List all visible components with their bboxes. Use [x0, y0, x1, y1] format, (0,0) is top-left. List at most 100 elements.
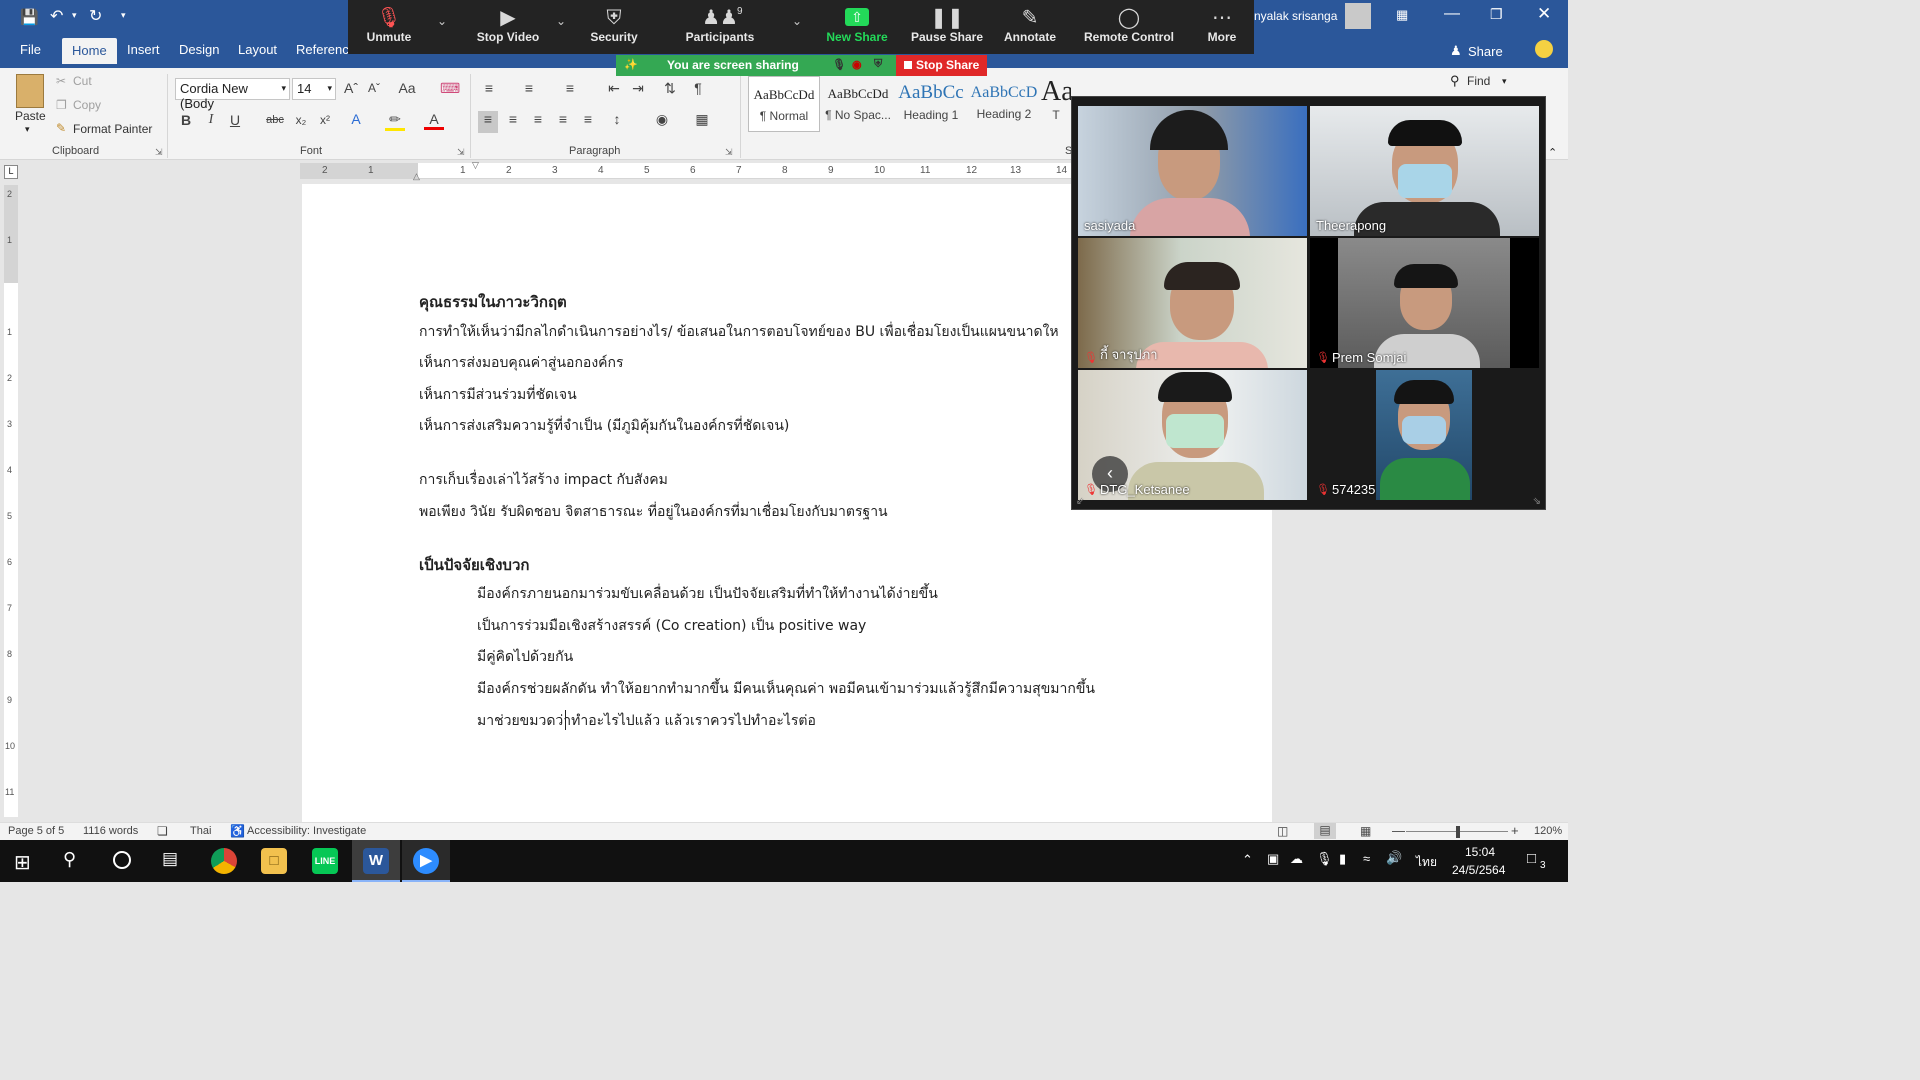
read-mode-icon[interactable]: ◫ — [1277, 824, 1288, 838]
bullets-icon[interactable]: ≡ — [479, 80, 499, 96]
undo-dropdown-icon[interactable]: ▾ — [72, 10, 77, 21]
annotate-button[interactable]: ✎ Annotate — [1000, 0, 1060, 54]
minimize-icon[interactable]: — — [1444, 5, 1460, 23]
wifi-icon[interactable]: ≈ — [1363, 851, 1370, 866]
strikethrough-icon[interactable]: abc — [265, 114, 285, 126]
zoom-out-icon[interactable]: — — [1392, 823, 1405, 838]
clear-formatting-icon[interactable]: ⌨ — [440, 80, 460, 97]
word-count[interactable]: 1116 words — [83, 825, 138, 837]
pause-share-button[interactable]: ❚❚ Pause Share — [910, 0, 984, 54]
clock-date[interactable]: 24/5/2564 — [1452, 863, 1505, 877]
zoom-in-icon[interactable]: + — [1511, 823, 1519, 838]
input-language[interactable]: ไทย — [1416, 853, 1437, 872]
avatar[interactable] — [1345, 3, 1371, 29]
align-center-icon[interactable]: ≡ — [503, 111, 523, 127]
cut-button[interactable]: Cut — [73, 74, 92, 88]
horizontal-ruler[interactable]: 2 1 1 2 3 4 5 6 7 8 9 10 11 12 13 14 △ ▽ — [300, 160, 1075, 182]
proofing-icon[interactable]: ❏ — [157, 824, 168, 838]
tab-home[interactable]: Home — [62, 38, 117, 64]
video-tile[interactable]: ‹ 🎙 DTG_Ketsanee — [1078, 370, 1307, 500]
search-icon[interactable]: ⚲ — [63, 849, 76, 870]
unmute-button[interactable]: 🎙 Unmute — [352, 0, 426, 54]
show-hidden-icons-icon[interactable]: ⌃ — [1242, 852, 1253, 868]
restore-icon[interactable]: ❐ — [1490, 6, 1503, 23]
vertical-ruler[interactable]: 2 1 1 2 3 4 5 6 7 8 9 10 11 — [4, 185, 18, 817]
zoom-slider-thumb[interactable] — [1456, 826, 1460, 838]
show-formatting-icon[interactable]: ¶ — [688, 80, 708, 96]
video-gallery[interactable]: sasiyada Theerapong 🎙 กี้ จารุปภา 🎙 Prem… — [1071, 96, 1546, 510]
close-icon[interactable]: ✕ — [1537, 4, 1551, 24]
volume-icon[interactable]: 🔊 — [1386, 850, 1402, 866]
increase-indent-icon[interactable]: ⇥ — [628, 80, 648, 97]
video-tile[interactable]: sasiyada — [1078, 106, 1307, 236]
paragraph-launcher-icon[interactable]: ⇲ — [725, 147, 733, 158]
line-spacing-icon[interactable]: ↕ — [607, 111, 627, 127]
paste-button[interactable]: Paste — [15, 109, 46, 123]
onedrive-icon[interactable]: ☁ — [1290, 851, 1303, 867]
redo-icon[interactable]: ↻ — [89, 6, 102, 26]
save-icon[interactable]: 💾 — [20, 8, 39, 26]
task-view-icon[interactable]: ▤ — [162, 849, 178, 869]
distributed-icon[interactable]: ≡ — [578, 111, 598, 127]
more-button[interactable]: ⋯ More — [1196, 0, 1248, 54]
italic-icon[interactable]: I — [201, 112, 221, 128]
notifications-icon[interactable]: □ — [1527, 850, 1536, 867]
screen-sharing-banner[interactable]: ✨ You are screen sharing 🎙 ◉ ⛨ — [616, 55, 896, 76]
video-tile[interactable]: Theerapong — [1310, 106, 1539, 236]
stop-video-button[interactable]: ▶ Stop Video — [466, 0, 550, 54]
bold-icon[interactable]: B — [176, 112, 196, 128]
paste-dropdown-icon[interactable]: ▾ — [25, 124, 30, 135]
font-name-combo[interactable]: Cordia New (Body ▾ — [175, 78, 290, 111]
collapse-ribbon-icon[interactable]: ⌃ — [1548, 146, 1557, 159]
grow-font-icon[interactable]: Aˆ — [341, 80, 361, 96]
superscript-icon[interactable]: x² — [315, 113, 335, 127]
align-left-icon[interactable]: ≡ — [478, 111, 498, 133]
pin-icon[interactable]: ✨ — [624, 58, 638, 71]
video-tile[interactable]: 🎙 574235 — [1310, 370, 1539, 500]
borders-icon[interactable]: ▦ — [692, 111, 712, 128]
share-icon[interactable]: ♟ — [1450, 43, 1462, 59]
stop-share-button[interactable]: Stop Share — [896, 55, 987, 76]
windows-start-icon[interactable]: ⊞ — [14, 850, 31, 875]
font-size-combo[interactable]: 14 ▾ — [292, 78, 336, 100]
find-dropdown-icon[interactable]: ▾ — [1502, 76, 1507, 87]
style-heading-2[interactable]: AaBbCcD Heading 2 — [968, 76, 1040, 132]
participants-chevron-icon[interactable]: ⌄ — [792, 14, 802, 28]
zoom-taskbar-item[interactable]: ▶ — [402, 840, 450, 882]
accessibility-status[interactable]: Accessibility: Investigate — [247, 825, 366, 837]
font-launcher-icon[interactable]: ⇲ — [457, 147, 465, 158]
text-effects-icon[interactable]: A — [346, 111, 366, 127]
change-case-button[interactable]: Aa — [394, 80, 420, 96]
shrink-font-icon[interactable]: Aˇ — [364, 81, 384, 95]
ribbon-display-options-icon[interactable]: ▦ — [1396, 7, 1408, 23]
tab-design[interactable]: Design — [179, 42, 219, 57]
clipboard-launcher-icon[interactable]: ⇲ — [155, 147, 163, 158]
video-options-chevron-icon[interactable]: ⌄ — [556, 14, 566, 28]
copy-button[interactable]: Copy — [73, 98, 101, 112]
security-button[interactable]: ⛨ Security — [582, 0, 646, 54]
find-button[interactable]: Find — [1467, 74, 1490, 88]
first-line-indent-icon[interactable]: ▽ — [472, 160, 479, 171]
tray-app-icon[interactable]: ▣ — [1267, 851, 1279, 867]
smiley-feedback-icon[interactable] — [1535, 40, 1553, 58]
style-normal[interactable]: AaBbCcDd ¶ Normal — [748, 76, 820, 132]
shield-icon[interactable]: ⛨ — [874, 58, 882, 71]
resize-grip-icon[interactable]: ⇙ — [1076, 496, 1084, 507]
microphone-icon[interactable]: 🎙 — [1316, 851, 1333, 867]
indent-marker-icon[interactable]: △ — [413, 171, 420, 182]
decrease-indent-icon[interactable]: ⇤ — [604, 80, 624, 97]
language-indicator[interactable]: Thai — [190, 825, 211, 837]
cortana-icon[interactable] — [113, 851, 131, 869]
video-tile[interactable]: 🎙 กี้ จารุปภา — [1078, 238, 1307, 368]
font-color-icon[interactable]: A — [424, 111, 444, 130]
style-no-spacing[interactable]: AaBbCcDd ¶ No Spac... — [822, 76, 894, 132]
clock-time[interactable]: 15:04 — [1465, 845, 1495, 859]
tab-selector[interactable]: L — [4, 165, 18, 179]
web-layout-icon[interactable]: ▦ — [1360, 824, 1371, 838]
shading-icon[interactable]: ◉ — [652, 111, 672, 128]
mic-muted-icon[interactable]: 🎙 — [832, 58, 846, 71]
multilevel-list-icon[interactable]: ≡ — [560, 80, 580, 96]
tab-file[interactable]: File — [20, 42, 41, 57]
format-painter-button[interactable]: Format Painter — [73, 122, 152, 136]
tab-layout[interactable]: Layout — [238, 42, 277, 57]
